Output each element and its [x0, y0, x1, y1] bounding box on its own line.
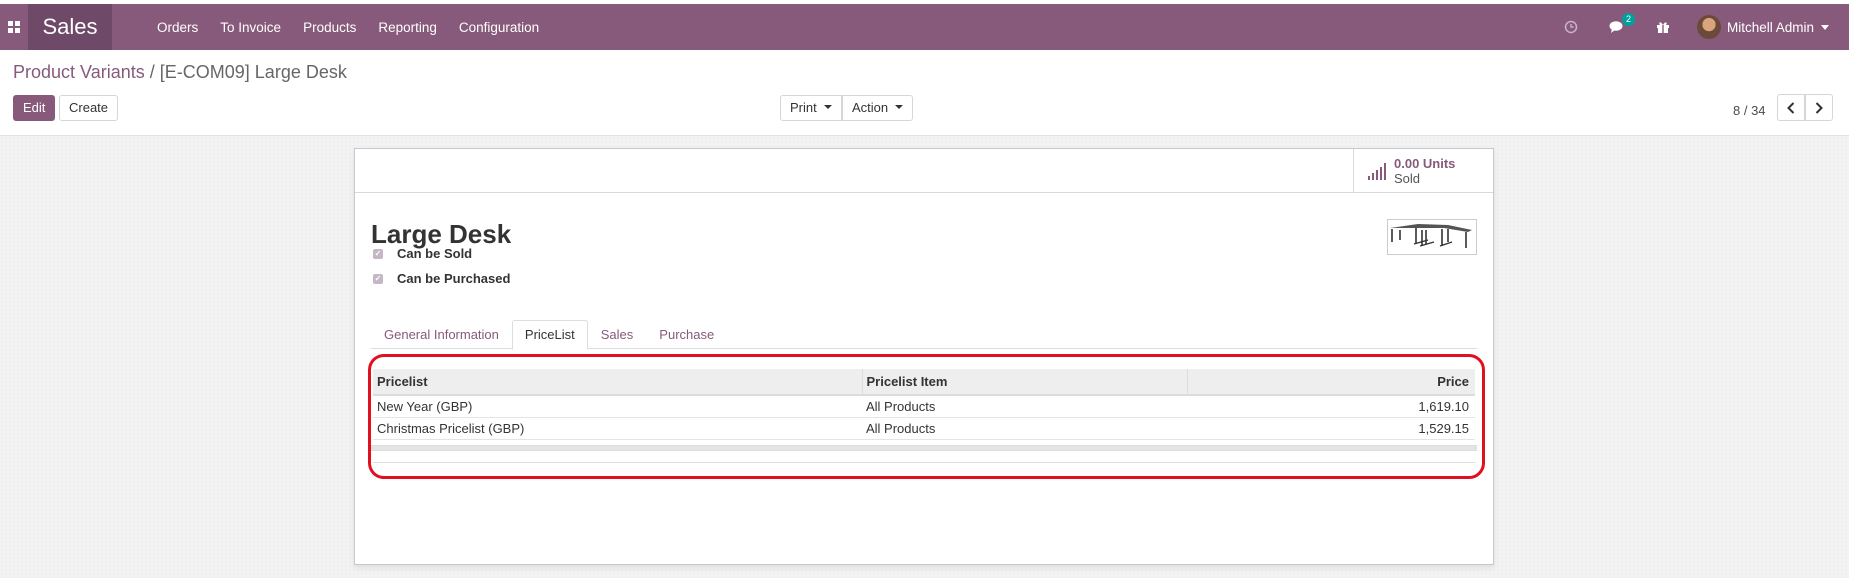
tab-purchase[interactable]: Purchase [646, 320, 727, 349]
units-sold-button[interactable]: 0.00 Units Sold [1353, 149, 1493, 193]
chevron-left-icon [1787, 101, 1795, 114]
table-row[interactable]: Christmas Pricelist (GBP) All Products 1… [373, 417, 1475, 440]
units-sold-label: Sold [1394, 171, 1421, 186]
cell-pricelist: New Year (GBP) [373, 395, 862, 418]
top-navbar: Sales Orders To Invoice Products Reporti… [0, 4, 1849, 50]
product-image[interactable] [1387, 219, 1477, 255]
chevron-down-icon [823, 104, 832, 109]
menu-item-to-invoice[interactable]: To Invoice [220, 20, 281, 35]
breadcrumb-current: [E-COM09] Large Desk [159, 62, 347, 82]
tab-pricelist[interactable]: PriceList [511, 320, 588, 350]
print-label: Print [790, 100, 817, 115]
apps-icon [8, 21, 20, 33]
cell-price: 1,619.10 [1187, 395, 1475, 418]
menu-item-configuration[interactable]: Configuration [459, 20, 539, 35]
can-be-purchased-checkbox[interactable]: ✓ Can be Purchased [373, 271, 510, 286]
clock-icon[interactable] [1559, 15, 1583, 39]
cell-price: 1,529.15 [1187, 417, 1475, 440]
units-sold-value: 0.00 Units [1394, 156, 1456, 171]
form-sheet: 0.00 Units Sold Large Desk ✓ Can be Sold… [354, 148, 1494, 565]
column-header-price[interactable]: Price [1187, 369, 1475, 396]
menu-item-orders[interactable]: Orders [157, 20, 198, 35]
can-be-purchased-label: Can be Purchased [397, 271, 511, 286]
app-brand[interactable]: Sales [28, 4, 112, 50]
navbar-systray: 2 Mitchell Admin [1559, 4, 1849, 50]
table-row[interactable]: New Year (GBP) All Products 1,619.10 [373, 395, 1475, 418]
main-menu: Orders To Invoice Products Reporting Con… [157, 20, 561, 35]
breadcrumb: Product Variants / [E-COM09] Large Desk [13, 62, 347, 83]
signal-icon [1368, 162, 1386, 180]
breadcrumb-separator: / [149, 62, 155, 82]
can-be-sold-label: Can be Sold [397, 246, 473, 261]
chevron-down-icon [895, 104, 904, 109]
apps-menu-button[interactable] [0, 4, 28, 50]
menu-item-products[interactable]: Products [303, 20, 356, 35]
pager-previous-button[interactable] [1777, 94, 1805, 121]
cell-pricelist-item: All Products [862, 395, 1187, 418]
horizontal-scrollbar[interactable] [371, 445, 1477, 451]
gift-icon[interactable] [1651, 15, 1675, 39]
action-dropdown[interactable]: Action [842, 95, 914, 121]
table-header-row: Pricelist Pricelist Item Price [373, 369, 1475, 396]
edit-button[interactable]: Edit [13, 95, 56, 121]
create-button[interactable]: Create [59, 95, 119, 121]
breadcrumb-parent-link[interactable]: Product Variants [13, 62, 145, 82]
cell-pricelist: Christmas Pricelist (GBP) [373, 417, 862, 440]
print-dropdown[interactable]: Print [780, 95, 842, 121]
smart-button-box: 0.00 Units Sold [355, 149, 1493, 193]
column-header-pricelist-item[interactable]: Pricelist Item [862, 369, 1188, 396]
chevron-down-icon [1821, 24, 1829, 30]
user-menu[interactable]: Mitchell Admin [1696, 15, 1829, 39]
action-label: Action [852, 100, 889, 115]
cell-pricelist-item: All Products [862, 417, 1187, 440]
message-count-badge: 2 [1621, 13, 1635, 26]
can-be-sold-checkbox[interactable]: ✓ Can be Sold [373, 246, 472, 261]
form-tabs: General Information PriceList Sales Purc… [371, 320, 1477, 350]
user-name: Mitchell Admin [1726, 19, 1814, 35]
tab-sales[interactable]: Sales [588, 320, 647, 349]
chat-icon[interactable]: 2 [1605, 13, 1635, 39]
checkmark-icon: ✓ [373, 248, 383, 259]
column-header-pricelist[interactable]: Pricelist [373, 369, 863, 396]
avatar [1696, 15, 1721, 39]
checkmark-icon: ✓ [373, 273, 383, 284]
pager-next-button[interactable] [1805, 94, 1833, 121]
tab-general-information[interactable]: General Information [371, 320, 512, 349]
menu-item-reporting[interactable]: Reporting [378, 20, 437, 35]
pager-value[interactable]: 8 / 34 [1733, 103, 1766, 118]
chevron-right-icon [1815, 101, 1823, 114]
